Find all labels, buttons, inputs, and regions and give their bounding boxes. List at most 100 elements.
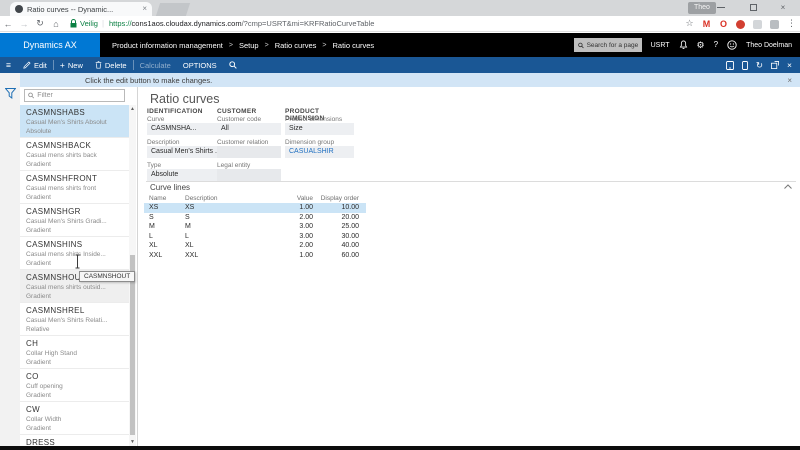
back-icon[interactable]: ←	[0, 19, 16, 29]
record-description: Casual mens shirts front	[26, 184, 127, 193]
help-icon[interactable]: ?	[714, 41, 718, 49]
table-cell: 1.00	[273, 251, 313, 261]
options-menu-button[interactable]: OPTIONS	[177, 57, 223, 73]
forward-icon[interactable]: →	[16, 19, 32, 29]
list-item[interactable]: DRESSDRESS	[20, 435, 129, 446]
table-row[interactable]: XSXS1.0010.00	[144, 203, 366, 213]
customer-code-field[interactable]: All	[217, 123, 281, 135]
notifications-bell-icon[interactable]	[679, 40, 688, 50]
column-header-display-order[interactable]: Display order	[313, 195, 359, 202]
table-cell: S	[149, 213, 185, 223]
table-cell: 25.00	[313, 222, 359, 232]
extension-icon-2[interactable]	[766, 18, 783, 28]
window-maximize-button[interactable]	[740, 0, 766, 16]
delete-button[interactable]: Delete	[89, 57, 133, 73]
new-button[interactable]: + New	[54, 57, 89, 73]
trash-icon	[95, 61, 102, 69]
new-tab-button[interactable]	[156, 3, 190, 16]
tab-close-icon[interactable]: ×	[142, 5, 147, 13]
gmail-extension-icon[interactable]: M	[698, 19, 715, 29]
dimension-group-link[interactable]: CASUALSHIR	[285, 146, 354, 158]
scrollbar-thumb[interactable]	[130, 255, 135, 435]
security-label: Veilig	[80, 19, 98, 28]
new-label: New	[68, 61, 83, 70]
column-header-name[interactable]: Name	[149, 195, 185, 202]
customer-relation-label: Customer relation	[217, 139, 281, 146]
browser-tab[interactable]: Ratio curves -- Dynamic... ×	[10, 2, 152, 16]
feedback-smiley-icon[interactable]	[727, 40, 737, 50]
record-id: CASMNSHREL	[26, 306, 127, 316]
actionbar-search-button[interactable]	[223, 57, 243, 73]
refresh-icon[interactable]: ↻	[756, 61, 763, 70]
table-row[interactable]: MM3.0025.00	[144, 222, 366, 232]
settings-gear-icon[interactable]: ⚙	[697, 41, 705, 50]
phone-icon[interactable]	[742, 61, 748, 70]
list-item[interactable]: CASMNSHBACKCasual mens shirts backGradie…	[20, 138, 129, 171]
column-header-description[interactable]: Description	[185, 195, 273, 202]
filter-input[interactable]	[37, 92, 121, 99]
breadcrumb-item[interactable]: Ratio curves	[275, 41, 317, 50]
company-selector[interactable]: USRT	[651, 42, 670, 49]
table-row[interactable]: XXLXXL1.0060.00	[144, 251, 366, 261]
extension-icon[interactable]	[749, 18, 766, 28]
user-name[interactable]: Theo Doelman	[746, 42, 792, 49]
notification-close-icon[interactable]: ×	[787, 76, 792, 85]
list-item[interactable]: CHCollar High StandGradient	[20, 336, 129, 369]
edit-button[interactable]: Edit	[17, 57, 53, 73]
record-id: CASMNSHBACK	[26, 141, 127, 151]
list-item[interactable]: CWCollar WidthGradient	[20, 402, 129, 435]
page-search-input[interactable]	[587, 42, 638, 49]
browser-urlbar: ← → ↻ ⌂ Veilig | https://cons1aos.clouda…	[0, 16, 800, 32]
close-page-icon[interactable]: ×	[787, 61, 792, 70]
scroll-down-icon[interactable]: ▼	[129, 439, 136, 445]
legal-entity-field[interactable]	[217, 169, 281, 181]
bookmark-star-icon[interactable]: ☆	[681, 18, 698, 29]
nav-menu-button[interactable]: ≡	[0, 57, 17, 73]
dynamics-ax-logo[interactable]: Dynamics AX	[0, 33, 100, 57]
table-row[interactable]: SS2.0020.00	[144, 213, 366, 223]
scroll-up-icon[interactable]: ▲	[129, 106, 136, 112]
curve-lines-header-row: Name Description Value Display order	[144, 195, 359, 202]
type-field[interactable]: Absolute	[147, 169, 217, 181]
list-item[interactable]: CASMNSHABSCasual Men's Shirts AbsolutAbs…	[20, 105, 129, 138]
breadcrumb-item[interactable]: Setup	[239, 41, 259, 50]
tab-title: Ratio curves -- Dynamic...	[27, 5, 138, 14]
table-cell: XS	[185, 203, 273, 213]
refresh-icon[interactable]: ↻	[32, 18, 48, 29]
table-cell: M	[185, 222, 273, 232]
collapse-section-icon[interactable]	[784, 184, 792, 189]
breadcrumb-item[interactable]: Ratio curves	[332, 41, 374, 50]
table-cell: 2.00	[273, 241, 313, 251]
hamburger-icon: ≡	[6, 61, 11, 70]
site-security-indicator[interactable]: Veilig	[70, 19, 98, 28]
url-field[interactable]: https://cons1aos.cloudax.dynamics.com/?c…	[109, 19, 681, 28]
list-item[interactable]: CASMNSHGRCasual Men's Shirts Gradi...Gra…	[20, 204, 129, 237]
opera-extension-icon[interactable]: O	[715, 19, 732, 29]
table-row[interactable]: XLXL2.0040.00	[144, 241, 366, 251]
curve-field[interactable]: CASMNSHA...	[147, 123, 217, 135]
window-minimize-button[interactable]	[708, 0, 734, 16]
home-icon[interactable]: ⌂	[48, 19, 64, 29]
table-cell: L	[185, 232, 273, 242]
page-search-box[interactable]	[574, 38, 642, 52]
open-in-new-window-icon[interactable]	[771, 61, 779, 69]
table-cell: XXL	[185, 251, 273, 261]
product-dimensions-field[interactable]: Size	[285, 123, 354, 135]
window-close-button[interactable]: ×	[770, 0, 796, 16]
device-icon[interactable]	[726, 61, 734, 70]
table-row[interactable]: LL3.0030.00	[144, 232, 366, 242]
browser-menu-icon[interactable]: ⋮	[783, 18, 800, 29]
filter-funnel-icon[interactable]	[5, 88, 16, 99]
filter-box[interactable]	[24, 89, 125, 102]
description-field[interactable]: Casual Men's Shirts ...	[147, 146, 217, 158]
customer-relation-field[interactable]	[217, 146, 281, 158]
section-header-identification: IDENTIFICATION	[147, 108, 217, 115]
list-item[interactable]: CASMNSHRELCasual Men's Shirts Relati...R…	[20, 303, 129, 336]
red-extension-icon[interactable]	[732, 18, 749, 28]
column-header-value[interactable]: Value	[273, 195, 313, 202]
list-item[interactable]: COCuff openingGradient	[20, 369, 129, 402]
list-item[interactable]: CASMNSHFRONTCasual mens shirts frontGrad…	[20, 171, 129, 204]
record-id: CH	[26, 339, 127, 349]
record-id: CO	[26, 372, 127, 382]
breadcrumb-item[interactable]: Product information management	[112, 41, 223, 50]
